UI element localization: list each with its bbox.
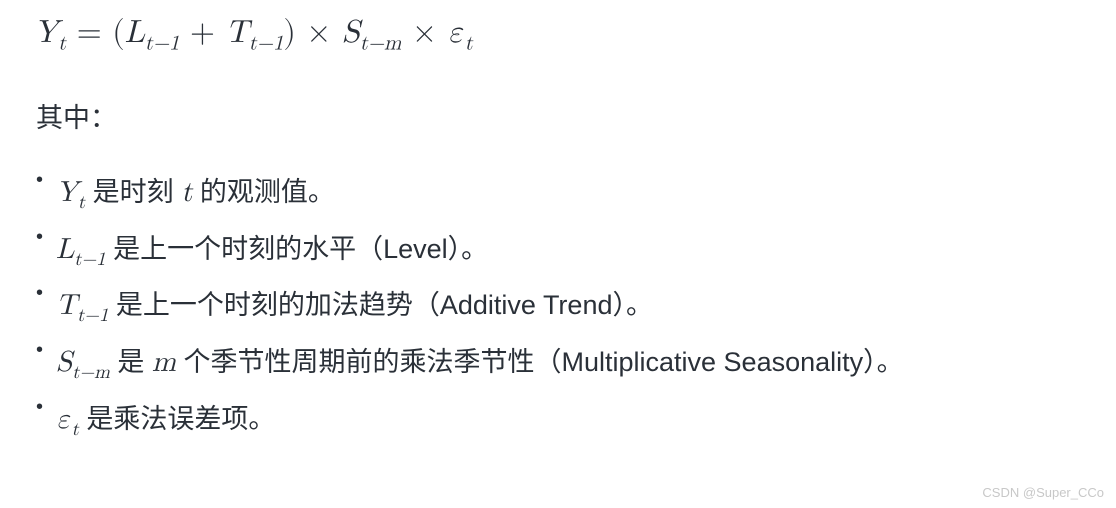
- li-post: 的观测值。: [192, 177, 335, 207]
- formula-S: S: [342, 17, 360, 49]
- formula-S-sub: t−m: [360, 33, 402, 54]
- formula-eq: =: [66, 17, 112, 49]
- formula-plus: +: [179, 17, 225, 49]
- list-item: εt 是乘法误差项。: [34, 392, 1082, 449]
- li-mid: 是时刻: [85, 177, 181, 207]
- formula-L-sub: t−1: [145, 33, 180, 54]
- formula-lparen: (: [112, 17, 124, 49]
- li-symbol2: t: [181, 178, 192, 207]
- formula-T-sub: t−1: [249, 33, 284, 54]
- li-symbol: Lt−1: [56, 235, 106, 264]
- li-mid: 是乘法误差项。: [79, 404, 276, 434]
- formula-times2: ×: [401, 17, 447, 49]
- formula-rparen: ): [283, 17, 295, 49]
- li-symbol: St−m: [56, 348, 110, 377]
- li-symbol: Yt: [56, 178, 85, 207]
- formula-Y-sub: t: [58, 33, 66, 54]
- formula-times1: ×: [296, 17, 342, 49]
- list-item: Yt 是时刻 t 的观测值。: [34, 165, 1082, 222]
- formula-eps: ε: [448, 17, 465, 49]
- li-mid: 是: [110, 347, 152, 377]
- li-symbol: εt: [56, 405, 79, 434]
- list-item: St−m 是 m 个季节性周期前的乘法季节性（Multiplicative Se…: [34, 335, 1082, 392]
- formula-eps-sub: t: [465, 33, 473, 54]
- li-post: 个季节性周期前的乘法季节性（Multiplicative Seasonality…: [176, 347, 904, 377]
- list-item: Lt−1 是上一个时刻的水平（Level）。: [34, 222, 1082, 279]
- intro-text: 其中：: [34, 96, 1082, 135]
- li-mid: 是上一个时刻的加法趋势（Additive Trend）。: [108, 290, 653, 320]
- formula-T: T: [226, 17, 249, 49]
- li-symbol2: m: [152, 348, 176, 377]
- main-formula: Yt = (Lt−1 + Tt−1) × St−m × εt: [34, 14, 1082, 56]
- list-item: Tt−1 是上一个时刻的加法趋势（Additive Trend）。: [34, 278, 1082, 335]
- li-mid: 是上一个时刻的水平（Level）。: [106, 234, 489, 264]
- li-symbol: Tt−1: [56, 291, 108, 320]
- watermark: CSDN @Super_CCo: [982, 485, 1104, 500]
- formula-Y: Y: [34, 17, 58, 49]
- formula-L: L: [125, 17, 145, 49]
- definition-list: Yt 是时刻 t 的观测值。 Lt−1 是上一个时刻的水平（Level）。 Tt…: [34, 165, 1082, 448]
